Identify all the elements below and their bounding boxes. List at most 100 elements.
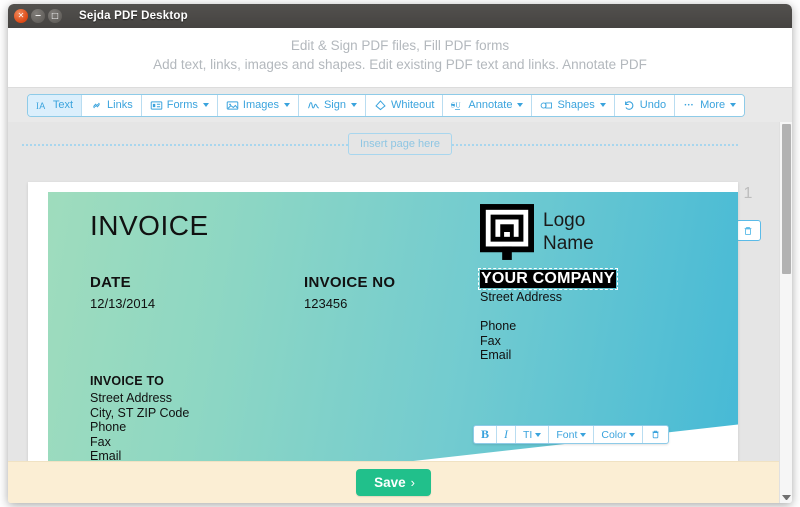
application-window: ✕ − □ Sejda PDF Desktop Edit & Sign PDF … (8, 4, 792, 503)
chevron-down-icon (351, 103, 357, 107)
toolbar-label-images: Images (242, 99, 279, 111)
company-logo-group[interactable]: Logo Name (480, 204, 594, 260)
delete-page-button[interactable] (735, 220, 761, 241)
toolbar-label-annotate: Annotate (468, 99, 513, 111)
date-label[interactable]: DATE (90, 274, 131, 291)
svg-text:S: S (451, 101, 455, 109)
toolbar-label-more: More (700, 99, 726, 111)
toolbar-label-text: Text (52, 99, 74, 111)
invoice-to-line[interactable]: Phone (90, 420, 189, 435)
format-color-label: Color (601, 428, 627, 441)
company-line[interactable]: Street Address (480, 290, 616, 305)
text-format-toolbar: B I TI Font Color (473, 425, 670, 444)
invoice-to-block[interactable]: Street Address City, ST ZIP Code Phone F… (90, 391, 189, 464)
app-body: Edit & Sign PDF files, Fill PDF forms Ad… (8, 28, 792, 503)
window-title: Sejda PDF Desktop (79, 10, 188, 22)
window-maximize-button[interactable]: □ (48, 9, 62, 23)
logo-line-2[interactable]: Name (543, 232, 594, 255)
forms-icon (150, 99, 163, 112)
chevron-down-icon (517, 103, 524, 107)
toolbar-button-undo[interactable]: Undo (614, 94, 676, 116)
format-size-button[interactable]: TI (516, 426, 550, 443)
toolbar-button-forms[interactable]: Forms (141, 94, 218, 116)
company-line[interactable]: Email (480, 348, 616, 363)
vertical-scrollbar[interactable] (779, 122, 792, 503)
annotate-icon: SU (451, 99, 464, 112)
insert-page-button[interactable]: Insert page here (347, 133, 453, 155)
logo-mark-icon (480, 204, 534, 260)
toolbar-label-undo: Undo (639, 99, 667, 111)
toolbar-label-shapes: Shapes (557, 99, 595, 111)
logo-line-1[interactable]: Logo (543, 209, 594, 232)
chevron-right-icon: › (410, 475, 415, 490)
format-font-button[interactable]: Font (549, 426, 595, 443)
invoice-to-label[interactable]: INVOICE TO (90, 374, 164, 388)
invoice-no-label[interactable]: INVOICE NO (304, 274, 395, 291)
invoice-no-value[interactable]: 123456 (304, 296, 347, 311)
tagline-line-2: Add text, links, images and shapes. Edit… (153, 57, 647, 72)
trash-icon (744, 226, 752, 235)
company-address-block[interactable]: Street Address City, ST ZIP Code Phone F… (480, 290, 616, 363)
sign-icon (307, 99, 320, 112)
chevron-down-icon (580, 432, 587, 437)
image-icon (226, 99, 239, 112)
format-delete-button[interactable] (643, 426, 668, 443)
svg-text:U: U (456, 101, 462, 109)
company-block[interactable]: YOUR COMPANY Street Address City, ST ZIP… (478, 268, 618, 363)
trash-icon (652, 430, 660, 439)
invoice-to-line[interactable]: Street Address (90, 391, 189, 406)
tagline-line-1: Edit & Sign PDF files, Fill PDF forms (290, 38, 510, 53)
close-icon: ✕ (17, 11, 25, 20)
save-bar: Save › (8, 461, 779, 503)
chevron-down-icon (599, 103, 606, 107)
company-line[interactable]: Phone (480, 319, 616, 334)
chevron-down-icon (730, 103, 737, 107)
insert-divider-left (22, 144, 372, 146)
maximize-icon: □ (51, 11, 59, 20)
format-color-button[interactable]: Color (594, 426, 644, 443)
header-tagline: Edit & Sign PDF files, Fill PDF forms Ad… (8, 28, 792, 87)
toolbar-label-whiteout: Whiteout (391, 99, 435, 111)
pdf-page[interactable]: INVOICE DATE 12/13/2014 INVOICE NO 12345… (28, 182, 738, 502)
toolbar-label-sign: Sign (323, 99, 346, 111)
scroll-down-arrow-icon[interactable] (782, 495, 791, 500)
insert-divider-right (428, 144, 738, 146)
svg-text:A: A (39, 100, 45, 110)
toolbar-button-shapes[interactable]: Shapes (532, 94, 615, 116)
save-button[interactable]: Save › (356, 469, 431, 496)
company-name-selected-text[interactable]: YOUR COMPANY (478, 268, 618, 290)
invoice-to-line[interactable]: Fax (90, 435, 189, 450)
whiteout-icon (374, 99, 387, 112)
format-italic-button[interactable]: I (497, 426, 517, 443)
undo-icon (623, 99, 636, 112)
toolbar-label-forms: Forms (166, 99, 198, 111)
invoice-heading[interactable]: INVOICE (90, 210, 209, 242)
link-icon (90, 99, 103, 112)
toolbar-button-sign[interactable]: Sign (298, 94, 366, 116)
document-viewport: Insert page here 1 INVOICE DATE 12/13/20… (8, 122, 792, 503)
window-minimize-button[interactable]: − (31, 9, 45, 23)
toolbar-button-links[interactable]: Links (82, 94, 142, 116)
toolbar-container: IA Text Links Forms Images Sign Whiteout… (8, 87, 792, 122)
logo-text[interactable]: Logo Name (543, 209, 594, 255)
format-size-label: TI (523, 428, 533, 441)
insert-page-strip: Insert page here (8, 122, 792, 166)
chevron-down-icon (202, 103, 209, 107)
title-bar: ✕ − □ Sejda PDF Desktop (8, 4, 792, 28)
main-toolbar: IA Text Links Forms Images Sign Whiteout… (26, 93, 746, 117)
window-close-button[interactable]: ✕ (14, 9, 28, 23)
date-value[interactable]: 12/13/2014 (90, 296, 155, 311)
toolbar-button-annotate[interactable]: SU Annotate (443, 94, 533, 116)
toolbar-button-whiteout[interactable]: Whiteout (366, 94, 444, 116)
toolbar-button-images[interactable]: Images (217, 94, 299, 116)
company-line[interactable]: Fax (480, 334, 616, 349)
toolbar-button-text[interactable]: IA Text (27, 94, 83, 116)
invoice-to-line[interactable]: City, ST ZIP Code (90, 406, 189, 421)
format-font-label: Font (556, 428, 578, 441)
scrollbar-thumb[interactable] (782, 124, 791, 274)
format-bold-button[interactable]: B (474, 426, 498, 443)
shapes-icon (540, 99, 553, 112)
text-icon: IA (36, 99, 49, 112)
more-icon (683, 99, 696, 112)
toolbar-button-more[interactable]: More (675, 94, 745, 116)
